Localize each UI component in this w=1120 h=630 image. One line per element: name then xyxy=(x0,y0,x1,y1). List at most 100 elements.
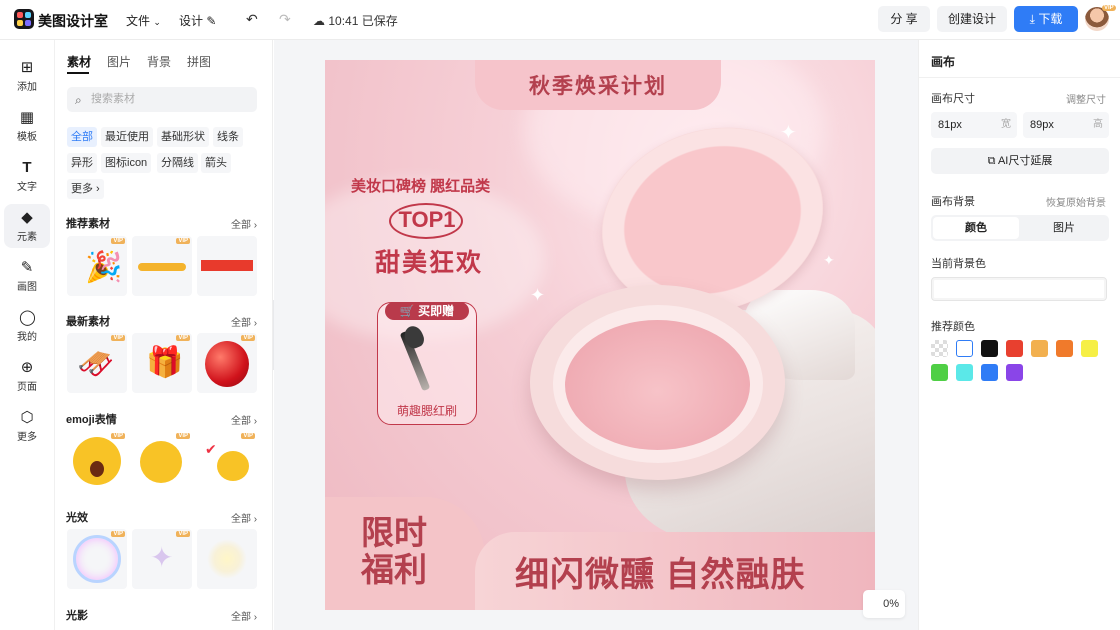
app-logo[interactable] xyxy=(14,9,34,29)
chip-recent[interactable]: 最近使用 xyxy=(101,127,153,147)
color-swatch[interactable] xyxy=(1031,340,1048,357)
color-swatch[interactable] xyxy=(956,364,973,381)
material-apple[interactable]: VIP xyxy=(197,333,257,393)
page-add-icon: ⊕ xyxy=(20,359,34,376)
vip-badge: VIP xyxy=(176,335,190,341)
color-swatch[interactable] xyxy=(1006,340,1023,357)
chip-all[interactable]: 全部 xyxy=(67,127,97,147)
brand-name[interactable]: 美图设计室 xyxy=(38,11,108,31)
see-all-link[interactable]: 全部 › xyxy=(231,510,257,525)
chip-icons[interactable]: 图标icon xyxy=(101,153,152,173)
chip-more-label: 更多 xyxy=(71,183,93,195)
yellow-brush-shape xyxy=(138,263,186,271)
resize-link[interactable]: 调整尺寸 xyxy=(1066,91,1106,106)
color-swatch[interactable] xyxy=(931,364,948,381)
height-value: 89px xyxy=(1030,119,1054,131)
poster-subtitle: 美妆口碑榜 腮红品类 xyxy=(351,178,491,195)
menu-file-label: 文件 xyxy=(126,14,151,28)
chip-more[interactable]: 更多 › xyxy=(67,179,104,199)
search-icon: ⌕ xyxy=(75,93,82,107)
gift-label: 🛒 买即赠 xyxy=(385,302,469,320)
current-bg-color-field[interactable] xyxy=(931,277,1107,301)
color-swatch[interactable] xyxy=(956,340,973,357)
rail-more[interactable]: ⬡ 更多 xyxy=(4,404,50,448)
create-design-button[interactable]: 创建设计 xyxy=(937,6,1007,32)
vip-badge: VIP xyxy=(176,238,190,244)
see-all-link[interactable]: 全部 › xyxy=(231,314,257,329)
rail-add[interactable]: ⊞ 添加 xyxy=(4,54,50,98)
zoom-level[interactable]: 0% xyxy=(863,590,905,618)
sparkle-icon: ✦ xyxy=(150,542,174,573)
color-swatch[interactable] xyxy=(1056,340,1073,357)
sleigh-icon: 🛷 xyxy=(77,348,115,381)
share-button[interactable]: 分 享 xyxy=(878,6,930,32)
see-all-label: 全部 xyxy=(231,514,251,525)
search-input[interactable]: ⌕ 搜索素材 xyxy=(67,87,257,112)
menu-design-label: 设计 xyxy=(179,14,204,28)
divider xyxy=(919,77,1120,78)
chip-arrows[interactable]: 箭头 xyxy=(201,153,231,173)
section-latest: 最新素材 xyxy=(66,316,110,328)
color-swatch[interactable] xyxy=(1081,340,1098,357)
material-bubble[interactable]: VIP xyxy=(67,529,127,589)
ai-resize-button[interactable]: ⧉ AI尺寸延展 xyxy=(931,148,1109,174)
checklist-face-icon xyxy=(217,451,249,481)
see-all-link[interactable]: 全部 › xyxy=(231,216,257,231)
color-swatch[interactable] xyxy=(1006,364,1023,381)
see-all-link[interactable]: 全部 › xyxy=(231,412,257,427)
see-all-label: 全部 xyxy=(231,220,251,231)
rail-elements[interactable]: ◆ 元素 xyxy=(4,204,50,248)
rail-draw[interactable]: ✎ 画图 xyxy=(4,254,50,298)
chip-dividers[interactable]: 分隔线 xyxy=(157,153,198,173)
material-sleigh[interactable]: VIP 🛷 xyxy=(67,333,127,393)
material-gift-globe[interactable]: VIP 🎁 xyxy=(132,333,192,393)
color-swatch[interactable] xyxy=(931,340,948,357)
tab-image[interactable]: 图片 xyxy=(1021,217,1107,239)
vip-badge: VIP xyxy=(111,531,125,537)
tab-images[interactable]: 图片 xyxy=(107,53,131,70)
material-glow[interactable] xyxy=(197,529,257,589)
see-all-label: 全部 xyxy=(231,416,251,427)
rail-label: 我的 xyxy=(17,332,37,343)
tab-collage[interactable]: 拼图 xyxy=(187,53,211,70)
redo-icon[interactable]: ↷ xyxy=(279,11,291,28)
restore-bg-link[interactable]: 恢复原始背景 xyxy=(1046,194,1106,209)
undo-icon[interactable]: ↶ xyxy=(246,11,258,28)
material-emoji-shocked[interactable]: VIP xyxy=(67,431,127,491)
rail-template[interactable]: ▦ 模板 xyxy=(4,104,50,148)
design-canvas[interactable]: 秋季焕采计划 美妆口碑榜 腮红品类 TOP1 甜美狂欢 🛒 买即赠 萌趣腮红刷 … xyxy=(325,60,875,610)
width-value: 81px xyxy=(938,119,962,131)
tab-color[interactable]: 颜色 xyxy=(933,217,1019,239)
material-yellow-stroke[interactable]: VIP xyxy=(132,236,192,296)
canvas-bg-label: 画布背景 xyxy=(931,196,975,208)
promo-line1: 限时 xyxy=(361,514,427,551)
rail-text[interactable]: T 文字 xyxy=(4,154,50,198)
blush-pan xyxy=(565,320,750,450)
menu-design[interactable]: 设计 ✎ xyxy=(179,12,216,29)
poster-slogan: 细闪微醺 自然融肤 xyxy=(515,556,806,594)
chevron-down-icon: ⌄ xyxy=(153,17,161,27)
material-party-popper[interactable]: VIP 🎉 xyxy=(67,236,127,296)
material-red-bar[interactable] xyxy=(197,236,257,296)
chip-basic-shapes[interactable]: 基础形状 xyxy=(157,127,209,147)
rail-mine[interactable]: ◯ 我的 xyxy=(4,304,50,348)
material-emoji-thinking[interactable]: VIP xyxy=(132,431,192,491)
rail-pages[interactable]: ⊕ 页面 xyxy=(4,354,50,398)
tab-materials[interactable]: 素材 xyxy=(67,53,91,70)
apple-icon xyxy=(205,341,249,387)
tab-backgrounds[interactable]: 背景 xyxy=(147,53,171,70)
material-emoji-checklist[interactable]: VIP ✔ xyxy=(197,431,257,491)
material-sparkle[interactable]: VIP ✦ xyxy=(132,529,192,589)
vip-badge: VIP xyxy=(176,433,190,439)
menu-file[interactable]: 文件 ⌄ xyxy=(126,12,161,29)
gift-label-text: 买即赠 xyxy=(418,304,455,318)
height-field[interactable]: 89px 高 xyxy=(1023,112,1109,138)
color-swatch[interactable] xyxy=(981,340,998,357)
vip-badge: VIP xyxy=(111,433,125,439)
width-field[interactable]: 81px 宽 xyxy=(931,112,1017,138)
chip-irregular[interactable]: 异形 xyxy=(67,153,97,173)
download-button[interactable]: ⤓ 下载 xyxy=(1014,6,1078,32)
chip-lines[interactable]: 线条 xyxy=(213,127,243,147)
see-all-link[interactable]: 全部 › xyxy=(231,608,257,623)
color-swatch[interactable] xyxy=(981,364,998,381)
